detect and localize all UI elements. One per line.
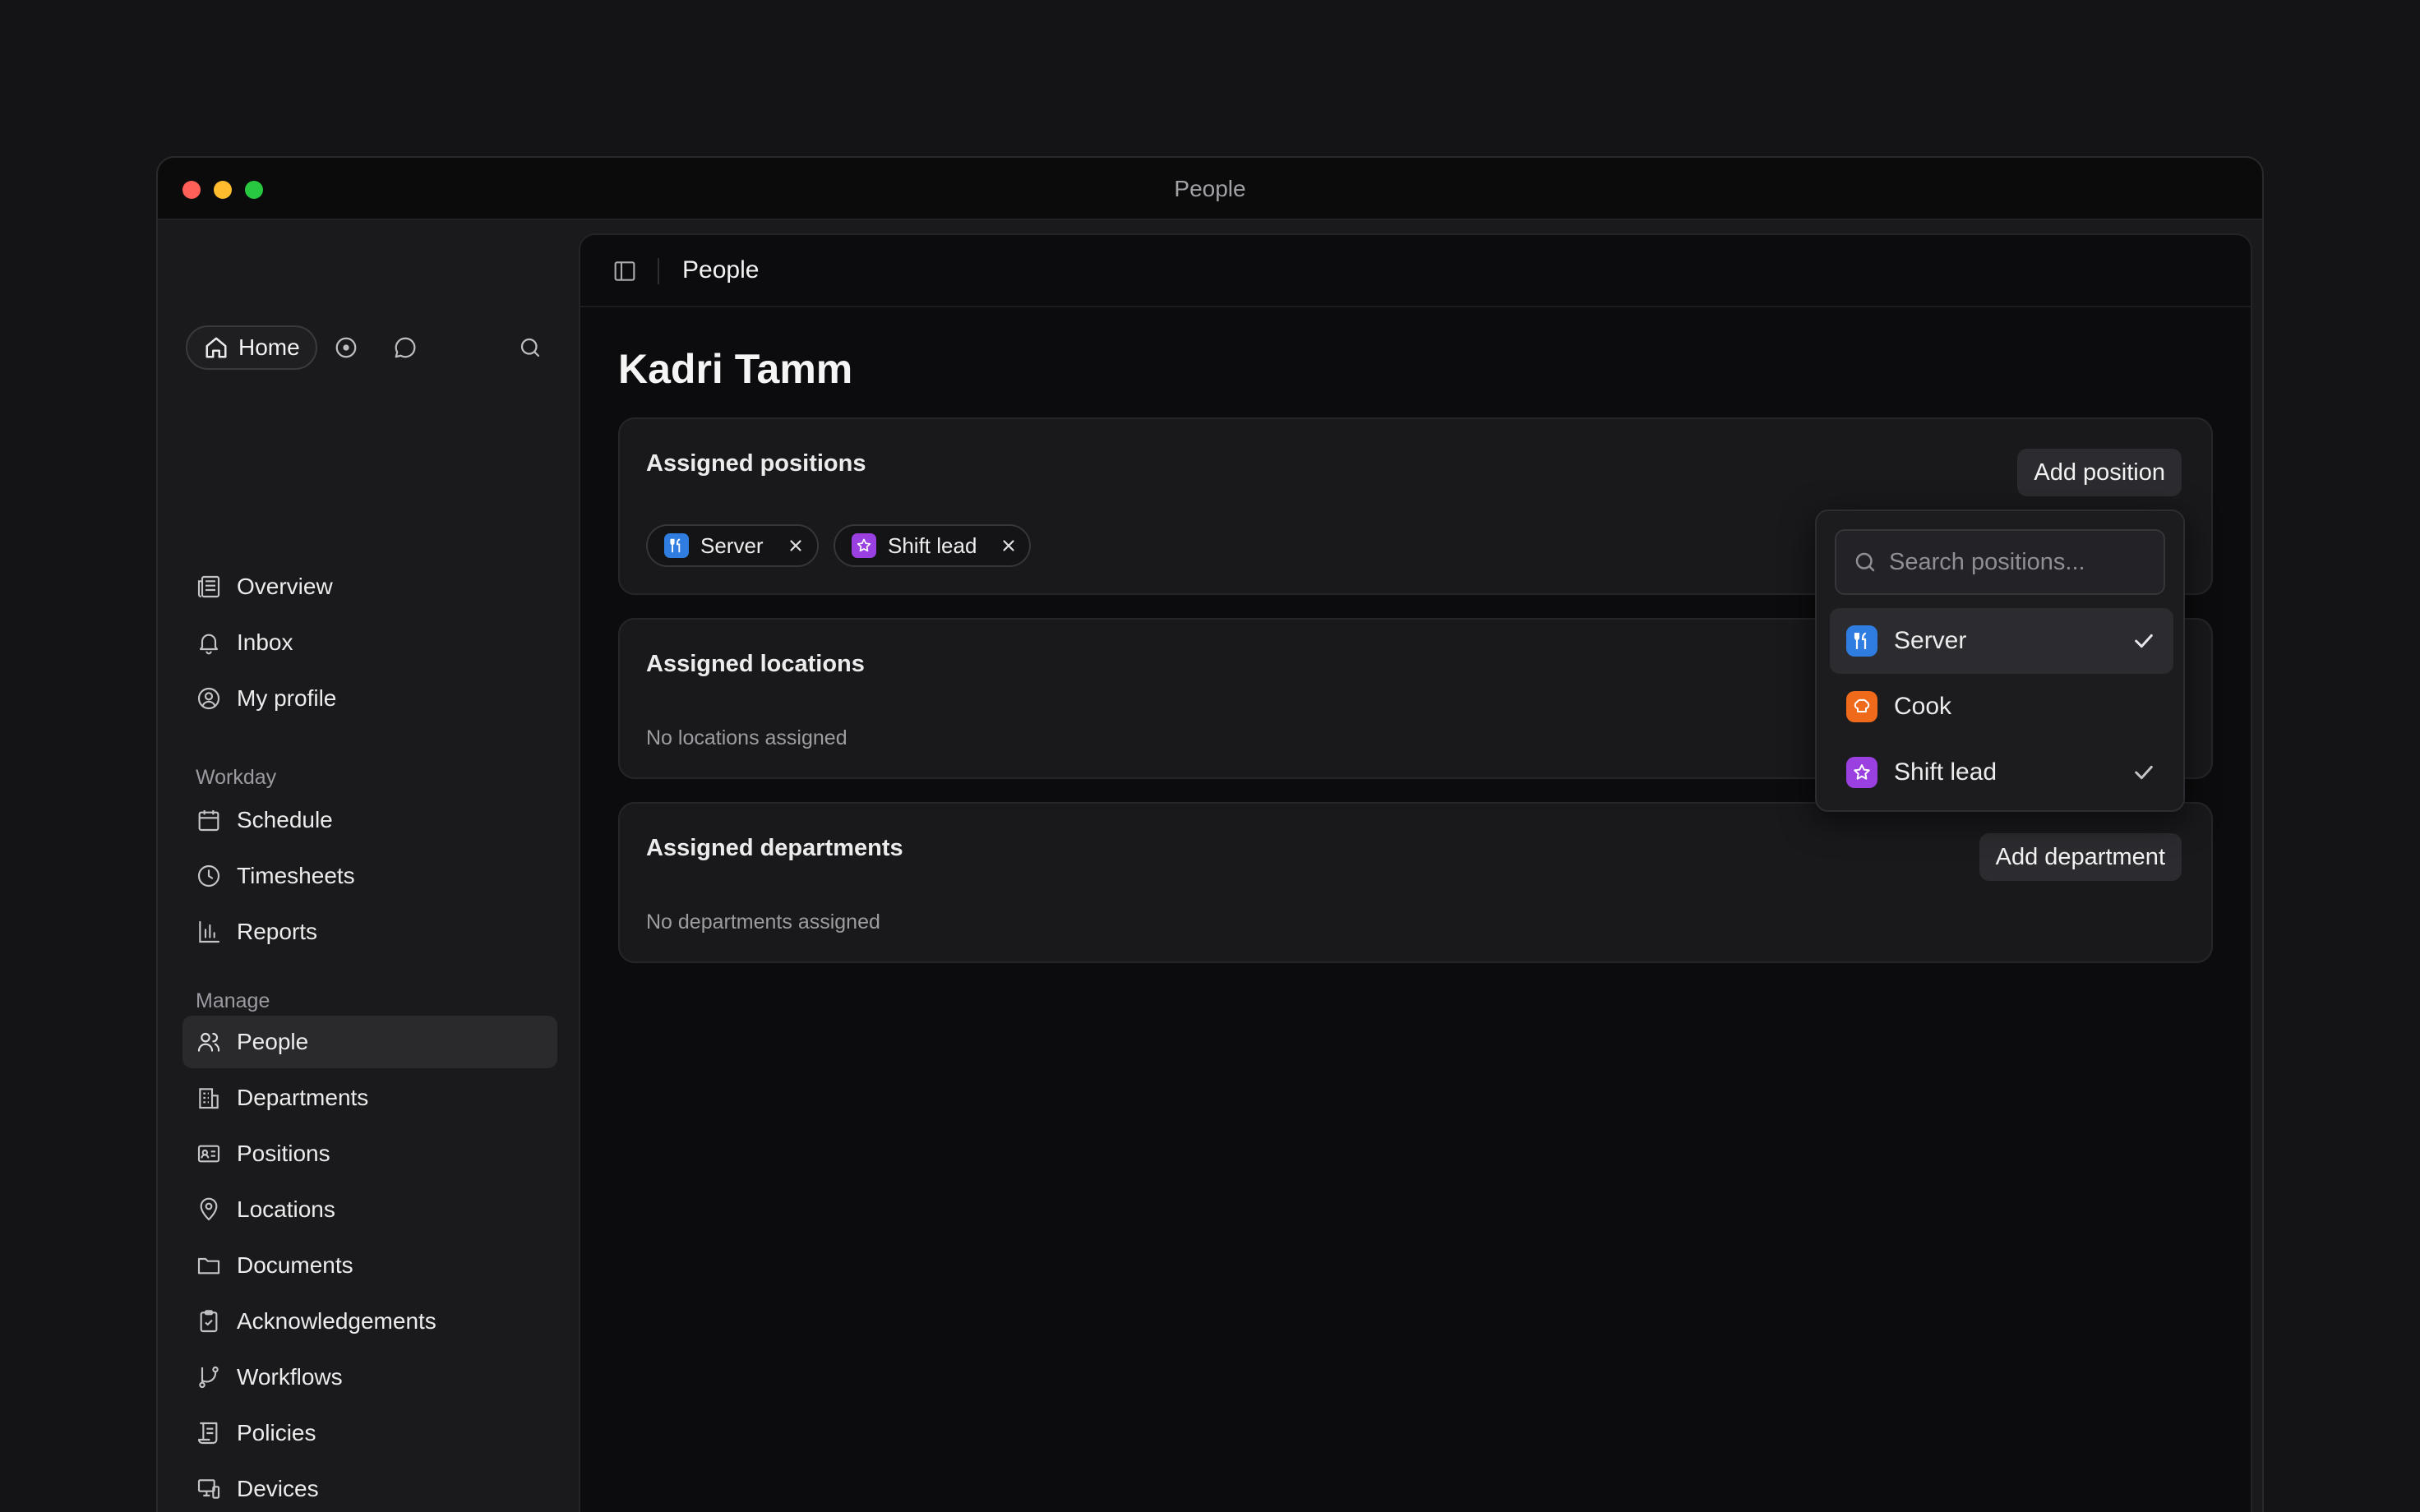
chip-label: Server bbox=[700, 532, 764, 558]
option-shift-lead[interactable]: Shift lead bbox=[1830, 740, 2173, 805]
sidebar-item-policies[interactable]: Policies bbox=[182, 1407, 557, 1459]
home-button[interactable]: Home bbox=[186, 325, 317, 370]
sidebar: Home Overview Inbox My profile Workday S… bbox=[158, 222, 579, 1512]
chip-label: Shift lead bbox=[888, 532, 977, 558]
devices-icon bbox=[197, 1479, 220, 1499]
sidebar-item-schedule[interactable]: Schedule bbox=[182, 794, 557, 846]
clipboard-check-icon bbox=[200, 1310, 218, 1333]
sidebar-item-label: Schedule bbox=[237, 807, 333, 832]
newspaper-icon bbox=[197, 575, 220, 598]
sidebar-item-acknowledgements[interactable]: Acknowledgements bbox=[182, 1295, 557, 1348]
sidebar-item-devices[interactable]: Devices bbox=[182, 1463, 557, 1512]
sidebar-item-label: Positions bbox=[237, 1141, 330, 1166]
sidebar-item-label: Workflows bbox=[237, 1364, 343, 1390]
sidebar-item-label: Inbox bbox=[237, 629, 293, 655]
sidebar-item-label: Locations bbox=[237, 1196, 335, 1222]
clock-icon bbox=[197, 864, 220, 887]
sidebar-item-departments[interactable]: Departments bbox=[182, 1072, 557, 1124]
add-department-button[interactable]: Add department bbox=[1979, 833, 2182, 881]
remove-chip-icon[interactable] bbox=[1000, 537, 1018, 555]
sidebar-item-my-profile[interactable]: My profile bbox=[182, 672, 557, 725]
card-title: Assigned departments bbox=[646, 835, 903, 861]
sidebar-item-label: Devices bbox=[237, 1476, 319, 1501]
sidebar-item-label: Departments bbox=[237, 1085, 369, 1110]
calendar-icon bbox=[198, 810, 219, 832]
utensils-icon bbox=[664, 533, 689, 558]
window-title: People bbox=[1174, 176, 1246, 201]
scroll-icon bbox=[197, 1422, 218, 1445]
position-chip-server: Server bbox=[646, 524, 819, 567]
sidebar-item-label: Policies bbox=[237, 1420, 316, 1445]
app-window: People Home Overview Inbox My profile Wo… bbox=[156, 156, 2264, 1512]
card-title: Assigned positions bbox=[646, 450, 866, 477]
search-field[interactable] bbox=[1835, 529, 2165, 595]
search-icon bbox=[1855, 552, 1875, 572]
home-label: Home bbox=[238, 334, 300, 360]
sidebar-item-locations[interactable]: Locations bbox=[182, 1183, 557, 1236]
chef-hat-icon bbox=[1846, 691, 1877, 722]
bar-chart-icon bbox=[199, 920, 220, 943]
chat-icon[interactable] bbox=[393, 335, 418, 360]
main-header: People bbox=[580, 235, 2251, 307]
add-position-button[interactable]: Add position bbox=[2017, 449, 2182, 496]
utensils-icon bbox=[1846, 625, 1877, 657]
option-label: Shift lead bbox=[1894, 758, 1997, 786]
sidebar-toggle-icon[interactable] bbox=[612, 258, 638, 284]
sidebar-item-workflows[interactable]: Workflows bbox=[182, 1351, 557, 1404]
search-icon[interactable] bbox=[518, 335, 543, 360]
search-positions-input[interactable] bbox=[1889, 548, 2160, 576]
check-icon bbox=[2135, 634, 2153, 648]
sidebar-item-label: People bbox=[237, 1029, 309, 1054]
sidebar-item-reports[interactable]: Reports bbox=[182, 906, 557, 958]
sidebar-item-timesheets[interactable]: Timesheets bbox=[182, 850, 557, 902]
users-icon bbox=[197, 1032, 220, 1052]
section-label-manage: Manage bbox=[196, 989, 270, 1012]
sidebar-item-documents[interactable]: Documents bbox=[182, 1239, 557, 1292]
empty-state-text: No locations assigned bbox=[646, 726, 847, 749]
sidebar-top-row: Home bbox=[186, 325, 552, 370]
git-branch-icon bbox=[199, 1366, 219, 1389]
remove-chip-icon[interactable] bbox=[787, 537, 805, 555]
sidebar-item-label: Acknowledgements bbox=[237, 1308, 436, 1334]
home-icon bbox=[206, 337, 227, 358]
page-title: Kadri Tamm bbox=[618, 346, 853, 392]
folder-icon bbox=[197, 1257, 220, 1275]
sidebar-item-people[interactable]: People bbox=[182, 1016, 557, 1068]
user-circle-icon bbox=[197, 687, 220, 710]
sidebar-item-label: Timesheets bbox=[237, 863, 355, 888]
sidebar-item-inbox[interactable]: Inbox bbox=[182, 616, 557, 669]
positions-dropdown: Server Cook Shift lead bbox=[1815, 509, 2185, 812]
card-title: Assigned locations bbox=[646, 651, 865, 677]
sidebar-item-overview[interactable]: Overview bbox=[182, 560, 557, 613]
option-label: Cook bbox=[1894, 693, 1952, 720]
main-panel: People Kadri Tamm Assigned positions Add… bbox=[579, 233, 2252, 1512]
sidebar-item-positions[interactable]: Positions bbox=[182, 1127, 557, 1180]
empty-state-text: No departments assigned bbox=[646, 910, 880, 933]
map-pin-icon bbox=[200, 1197, 218, 1221]
star-icon bbox=[1846, 757, 1877, 788]
header-divider bbox=[658, 258, 659, 284]
option-server[interactable]: Server bbox=[1830, 608, 2173, 674]
sidebar-item-label: Overview bbox=[237, 574, 333, 599]
sidebar-item-label: Reports bbox=[237, 919, 318, 944]
sidebar-item-label: My profile bbox=[237, 685, 337, 711]
title-bar: People bbox=[158, 158, 2262, 220]
bell-icon bbox=[199, 634, 219, 655]
building-icon bbox=[199, 1088, 219, 1109]
record-icon[interactable] bbox=[334, 335, 358, 360]
assigned-departments-card: Assigned departments Add department No d… bbox=[618, 802, 2213, 963]
check-icon bbox=[2135, 765, 2153, 780]
option-label: Server bbox=[1894, 627, 1967, 654]
option-cook[interactable]: Cook bbox=[1830, 674, 2173, 740]
star-icon bbox=[852, 533, 876, 558]
breadcrumb: People bbox=[682, 256, 760, 284]
section-label-workday: Workday bbox=[196, 766, 277, 789]
sidebar-item-label: Documents bbox=[237, 1252, 353, 1278]
id-card-icon bbox=[197, 1145, 220, 1163]
position-chip-shift-lead: Shift lead bbox=[834, 524, 1031, 567]
